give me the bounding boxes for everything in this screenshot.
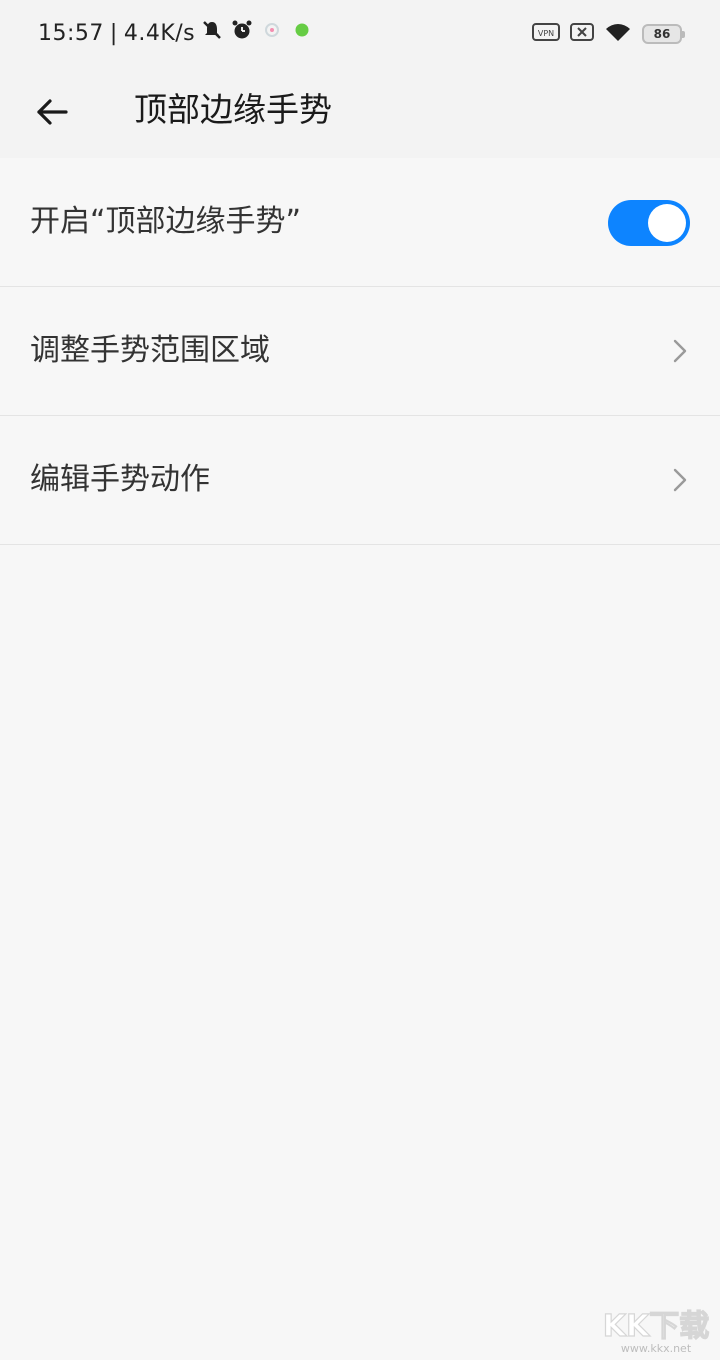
status-separator: |	[109, 20, 118, 46]
page-title: 顶部边缘手势	[134, 90, 332, 129]
status-net-speed: 4.4K/s	[123, 20, 196, 46]
enable-gesture-toggle[interactable]	[608, 200, 690, 246]
setting-row-adjust-gesture-area[interactable]: 调整手势范围区域	[0, 287, 720, 416]
setting-row-edit-gesture-actions[interactable]: 编辑手势动作	[0, 416, 720, 545]
status-bar: 15:57 | 4.4K/s VPN 86	[0, 0, 720, 66]
back-button[interactable]	[22, 82, 82, 142]
green-dot-icon	[291, 19, 313, 47]
svg-text:VPN: VPN	[538, 29, 554, 38]
status-icons-left	[201, 19, 313, 47]
chevron-right-icon	[673, 339, 687, 363]
settings-screen: 15:57 | 4.4K/s VPN 86 顶部边缘手势 开启“顶部边缘手势” …	[0, 0, 720, 1360]
watermark-logo: KK下载 www.kkx.net	[596, 1300, 716, 1356]
status-left: 15:57 | 4.4K/s	[38, 18, 313, 48]
chevron-right-icon	[673, 468, 687, 492]
app-notification-icon	[261, 19, 283, 47]
title-bar: 顶部边缘手势	[0, 66, 720, 158]
setting-label: 编辑手势动作	[30, 462, 210, 497]
setting-label: 调整手势范围区域	[30, 333, 270, 368]
sim-icon	[570, 22, 594, 46]
battery-level: 86	[653, 27, 671, 41]
alarm-icon	[231, 19, 253, 47]
watermark-brand: KK下载	[603, 1309, 710, 1344]
setting-row-enable-top-edge-gesture[interactable]: 开启“顶部边缘手势”	[0, 158, 720, 287]
wifi-icon	[604, 21, 632, 47]
settings-list: 开启“顶部边缘手势” 调整手势范围区域 编辑手势动作	[0, 158, 720, 545]
mute-bell-icon	[201, 19, 223, 47]
toggle-knob	[648, 204, 686, 242]
watermark-site: www.kkx.net	[621, 1342, 692, 1355]
status-right: VPN 86	[532, 20, 685, 48]
back-arrow-icon	[37, 99, 68, 125]
setting-label: 开启“顶部边缘手势”	[30, 204, 302, 239]
battery-icon: 86	[642, 24, 685, 44]
vpn-icon: VPN	[532, 22, 560, 46]
status-time: 15:57	[38, 20, 104, 46]
